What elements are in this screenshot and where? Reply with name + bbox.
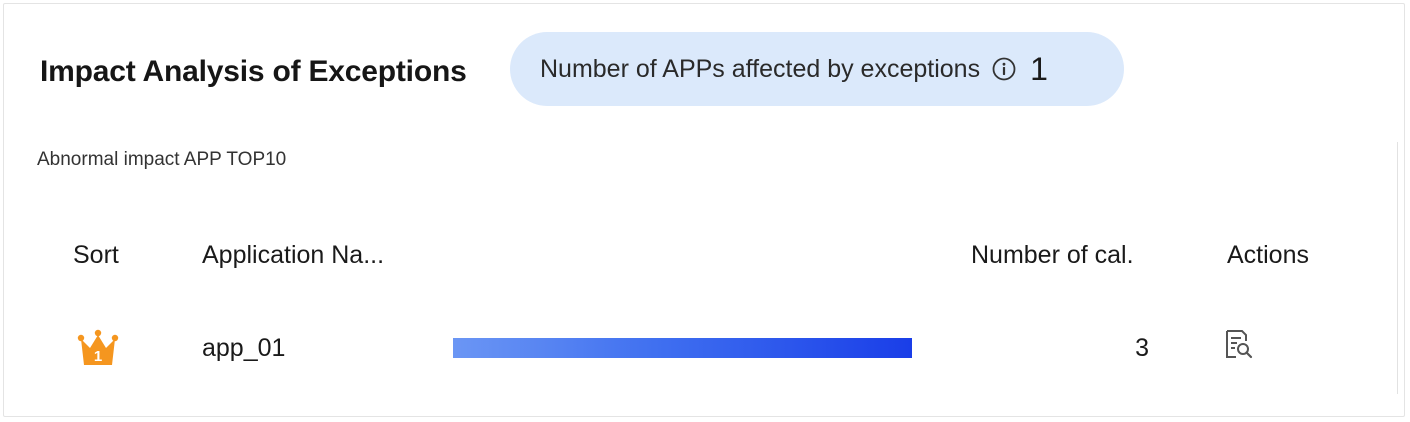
- crown-icon: 1: [76, 327, 120, 369]
- column-header-sort: Sort: [73, 241, 119, 269]
- info-circle-icon[interactable]: [992, 57, 1016, 81]
- column-header-actions: Actions: [1227, 241, 1309, 269]
- panel-divider: [1397, 142, 1398, 394]
- document-search-icon[interactable]: [1223, 328, 1253, 360]
- column-header-application-name: Application Na...: [202, 241, 385, 269]
- call-count-bar-fill: [453, 338, 912, 358]
- card-title: Impact Analysis of Exceptions: [40, 55, 467, 88]
- application-name: app_01: [202, 334, 286, 362]
- table-row: 1 app_01 3: [4, 322, 1394, 378]
- affected-apps-label: Number of APPs affected by exceptions: [540, 54, 981, 83]
- section-title: Abnormal impact APP TOP10: [37, 149, 287, 170]
- affected-apps-count: 1: [1030, 51, 1048, 87]
- rank-number: 1: [94, 348, 102, 365]
- call-count-bar: [453, 338, 912, 358]
- call-count: 3: [1135, 334, 1149, 362]
- impact-analysis-card: Impact Analysis of Exceptions Number of …: [3, 3, 1405, 417]
- affected-apps-stat: Number of APPs affected by exceptions 1: [510, 32, 1124, 106]
- column-header-number-of-calls: Number of cal.: [971, 241, 1134, 269]
